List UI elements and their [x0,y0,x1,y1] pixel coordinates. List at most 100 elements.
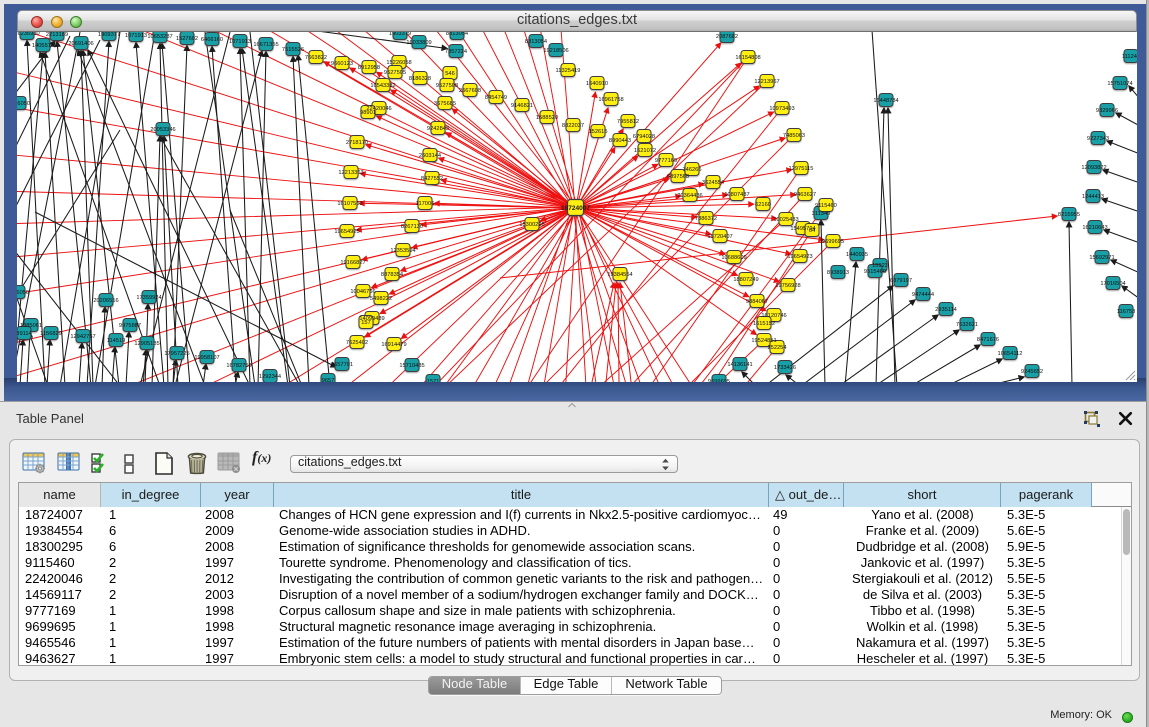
svg-text:19756928: 19756928 [775,283,800,289]
svg-text:1292344: 1292344 [259,374,281,380]
svg-text:546: 546 [445,71,455,77]
svg-text:7663822: 7663822 [305,55,327,61]
svg-text:16914479: 16914479 [381,342,406,348]
svg-text:1909377: 1909377 [98,32,120,38]
svg-text:1640910: 1640910 [586,81,608,87]
svg-text:12213967: 12213967 [754,79,779,85]
svg-text:5498222: 5498222 [370,296,392,302]
svg-text:12213363: 12213363 [338,170,363,176]
svg-text:1440935: 1440935 [846,252,868,258]
svg-text:10688609: 10688609 [721,255,746,261]
svg-text:15720407: 15720407 [707,234,732,240]
svg-text:20053346: 20053346 [150,127,175,133]
svg-text:15751074: 15751074 [1107,81,1132,87]
svg-text:311340: 311340 [812,211,831,217]
svg-text:9527505: 9527505 [384,70,406,76]
svg-text:15692971: 15692971 [1089,255,1114,261]
svg-text:9245652: 9245652 [1021,369,1043,375]
svg-text:2718170: 2718170 [346,140,368,146]
svg-text:9975887: 9975887 [119,323,141,329]
svg-text:9329966: 9329966 [1096,108,1118,114]
svg-text:15300295: 15300295 [519,222,544,228]
svg-text:64: 64 [809,228,815,234]
svg-text:8215955: 8215955 [1058,212,1080,218]
svg-text:1071913: 1071913 [125,33,147,39]
svg-text:12353594: 12353594 [390,248,415,254]
svg-text:16448784: 16448784 [873,98,898,104]
svg-text:9884067: 9884067 [746,299,768,305]
svg-text:9527508: 9527508 [436,83,458,89]
svg-text:8267130: 8267130 [401,224,423,230]
svg-text:9227343: 9227343 [1087,136,1109,142]
svg-text:8813054: 8813054 [525,39,547,45]
svg-text:1588520: 1588520 [536,115,558,121]
svg-text:1071913: 1071913 [229,39,251,45]
svg-text:157: 157 [361,320,371,326]
svg-text:1733426: 1733426 [774,365,796,371]
svg-text:152615: 152615 [589,129,608,135]
svg-text:20691406: 20691406 [68,41,93,47]
svg-text:19654925: 19654925 [334,229,359,235]
svg-text:12942757: 12942757 [70,334,95,340]
svg-text:9657: 9657 [322,378,335,382]
svg-text:16120746: 16120746 [761,313,786,319]
svg-text:2087682: 2087682 [716,34,738,40]
svg-text:1527602: 1527602 [176,36,198,42]
svg-text:9474444: 9474444 [912,292,934,298]
svg-text:7485063: 7485063 [783,133,805,139]
svg-text:8822037: 8822037 [562,123,584,129]
svg-text:9660123: 9660123 [331,61,353,67]
svg-text:15226058: 15226058 [386,60,411,66]
svg-text:7632621: 7632621 [956,322,978,328]
svg-text:20206516: 20206516 [93,298,118,304]
svg-text:17957225: 17957225 [164,351,189,357]
svg-text:12905135: 12905135 [134,341,159,347]
svg-text:114519: 114519 [107,338,126,344]
svg-text:3675685: 3675685 [434,101,456,107]
svg-text:9515460: 9515460 [864,269,886,275]
svg-text:1615152: 1615152 [753,321,775,327]
svg-text:2603144: 2603144 [419,153,441,159]
svg-text:2616050: 2616050 [17,101,30,107]
svg-text:1903379: 1903379 [389,32,411,37]
svg-text:3624554: 3624554 [702,180,724,186]
svg-text:7357224: 7357224 [445,49,467,55]
svg-text:7515526: 7515526 [282,47,304,53]
svg-text:19166827: 19166827 [340,260,365,266]
svg-text:10973493: 10973493 [769,106,794,112]
svg-text:16671355: 16671355 [253,42,278,48]
svg-text:1621072: 1621072 [634,148,656,154]
svg-text:16033809: 16033809 [406,40,431,46]
svg-text:111245: 111245 [1122,54,1137,60]
svg-text:2667608: 2667608 [459,88,481,94]
svg-text:8938913: 8938913 [827,270,849,276]
svg-text:9777169: 9777169 [655,158,677,164]
svg-text:2616050: 2616050 [17,290,29,296]
svg-text:1156829: 1156829 [40,331,62,337]
svg-text:1405571: 1405571 [32,43,54,49]
svg-text:16107553: 16107553 [337,201,362,207]
svg-text:98901: 98901 [360,110,376,116]
svg-text:39114: 39114 [17,331,32,337]
svg-text:9657791: 9657791 [331,362,353,368]
svg-text:12975115: 12975115 [789,166,814,172]
svg-text:10025433: 10025433 [773,217,798,223]
svg-text:16961758: 16961758 [598,97,623,103]
svg-text:116753: 116753 [1117,309,1136,315]
svg-text:15710485: 15710485 [399,363,424,369]
svg-text:1085061: 1085061 [20,323,42,329]
svg-text:9463627: 9463627 [794,192,816,198]
svg-text:8471676: 8471676 [977,337,999,343]
svg-text:19218506: 19218506 [543,48,568,54]
svg-text:11325419: 11325419 [556,68,581,74]
svg-text:16210643: 16210643 [1082,225,1107,231]
svg-text:7955812: 7955812 [617,119,639,125]
svg-text:1244413: 1244413 [1082,194,1104,200]
svg-text:6879197: 6879197 [890,278,912,284]
svg-text:10654112: 10654112 [998,351,1023,357]
svg-text:10653287: 10653287 [147,34,172,40]
svg-text:17016504: 17016504 [1100,281,1125,287]
svg-text:18724007: 18724007 [561,205,590,212]
svg-text:8878354: 8878354 [381,272,403,278]
svg-text:9699695: 9699695 [708,379,730,382]
